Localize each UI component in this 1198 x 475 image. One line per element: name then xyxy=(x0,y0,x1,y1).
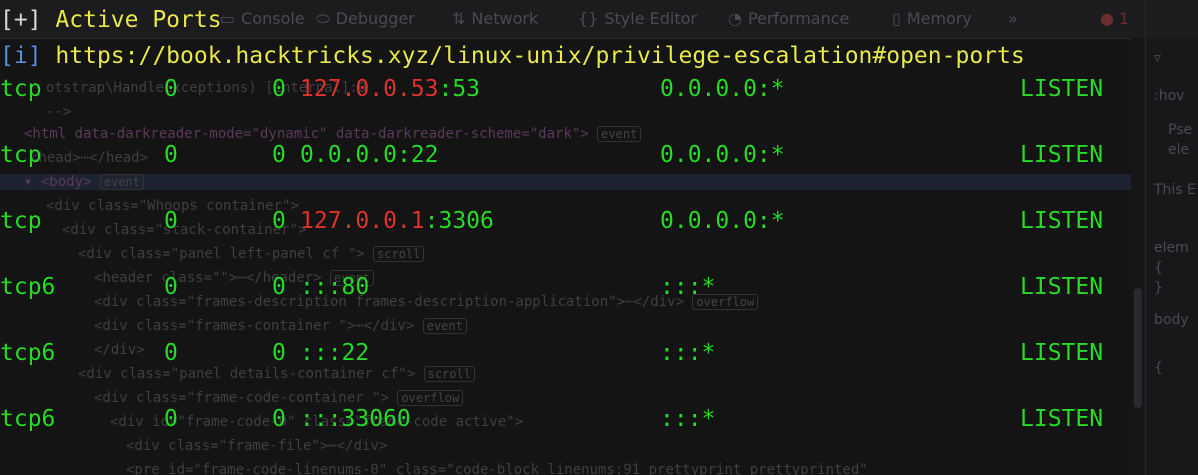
recv-q-cell: 0 xyxy=(164,76,178,102)
info-url[interactable]: https://book.hacktricks.xyz/linux-unix/p… xyxy=(55,43,1024,69)
plus-prefix: [+] xyxy=(0,7,42,33)
state-cell: LISTEN xyxy=(1020,340,1104,366)
local-address-cell: :::33060 xyxy=(300,404,411,434)
local-ip: 127.0.0.1 xyxy=(300,208,425,234)
proto-cell: tcp xyxy=(0,76,42,102)
proto-cell: tcp6 xyxy=(0,406,56,432)
proto-cell: tcp6 xyxy=(0,340,56,366)
send-q-cell: 0 xyxy=(272,406,286,432)
proto-cell: tcp6 xyxy=(0,274,56,300)
section-title: Active Ports xyxy=(55,7,222,33)
send-q-cell: 0 xyxy=(272,274,286,300)
local-address-cell: :::22 xyxy=(300,338,369,368)
info-prefix: [i] xyxy=(0,43,42,69)
foreign-address-cell: 0.0.0.0:* xyxy=(660,142,785,168)
send-q-cell: 0 xyxy=(272,340,286,366)
foreign-address-cell: 0.0.0.0:* xyxy=(660,76,785,102)
local-ip: 0.0.0.0 xyxy=(300,142,397,168)
foreign-address-cell: :::* xyxy=(660,274,716,300)
state-cell: LISTEN xyxy=(1020,274,1104,300)
local-port: :::33060 xyxy=(300,406,411,432)
local-address-cell: 0.0.0.0:22 xyxy=(300,140,438,170)
proto-cell: tcp xyxy=(0,208,42,234)
foreign-address-cell: :::* xyxy=(660,340,716,366)
recv-q-cell: 0 xyxy=(164,340,178,366)
foreign-address-cell: 0.0.0.0:* xyxy=(660,208,785,234)
recv-q-cell: 0 xyxy=(164,142,178,168)
terminal-output: [+] Active Ports [i] https://book.hacktr… xyxy=(0,0,1198,475)
local-port: :22 xyxy=(396,142,439,168)
state-cell: LISTEN xyxy=(1020,406,1104,432)
recv-q-cell: 0 xyxy=(164,274,178,300)
send-q-cell: 0 xyxy=(272,142,286,168)
foreign-address-cell: :::* xyxy=(660,406,716,432)
section-header: [+] Active Ports xyxy=(0,5,222,35)
state-cell: LISTEN xyxy=(1020,76,1104,102)
state-cell: LISTEN xyxy=(1020,208,1104,234)
send-q-cell: 0 xyxy=(272,208,286,234)
recv-q-cell: 0 xyxy=(164,208,178,234)
proto-cell: tcp xyxy=(0,142,42,168)
info-line: [i] https://book.hacktricks.xyz/linux-un… xyxy=(0,41,1025,71)
recv-q-cell: 0 xyxy=(164,406,178,432)
send-q-cell: 0 xyxy=(272,76,286,102)
local-address-cell: :::80 xyxy=(300,272,369,302)
state-cell: LISTEN xyxy=(1020,142,1104,168)
local-ip: 127.0.0.53 xyxy=(300,76,439,102)
local-address-cell: 127.0.0.1:3306 xyxy=(300,206,494,236)
local-address-cell: 127.0.0.53:53 xyxy=(300,74,480,104)
local-port: :::80 xyxy=(300,274,370,300)
local-port: :::22 xyxy=(300,340,370,366)
local-port: :3306 xyxy=(424,208,494,234)
local-port: :53 xyxy=(438,76,481,102)
